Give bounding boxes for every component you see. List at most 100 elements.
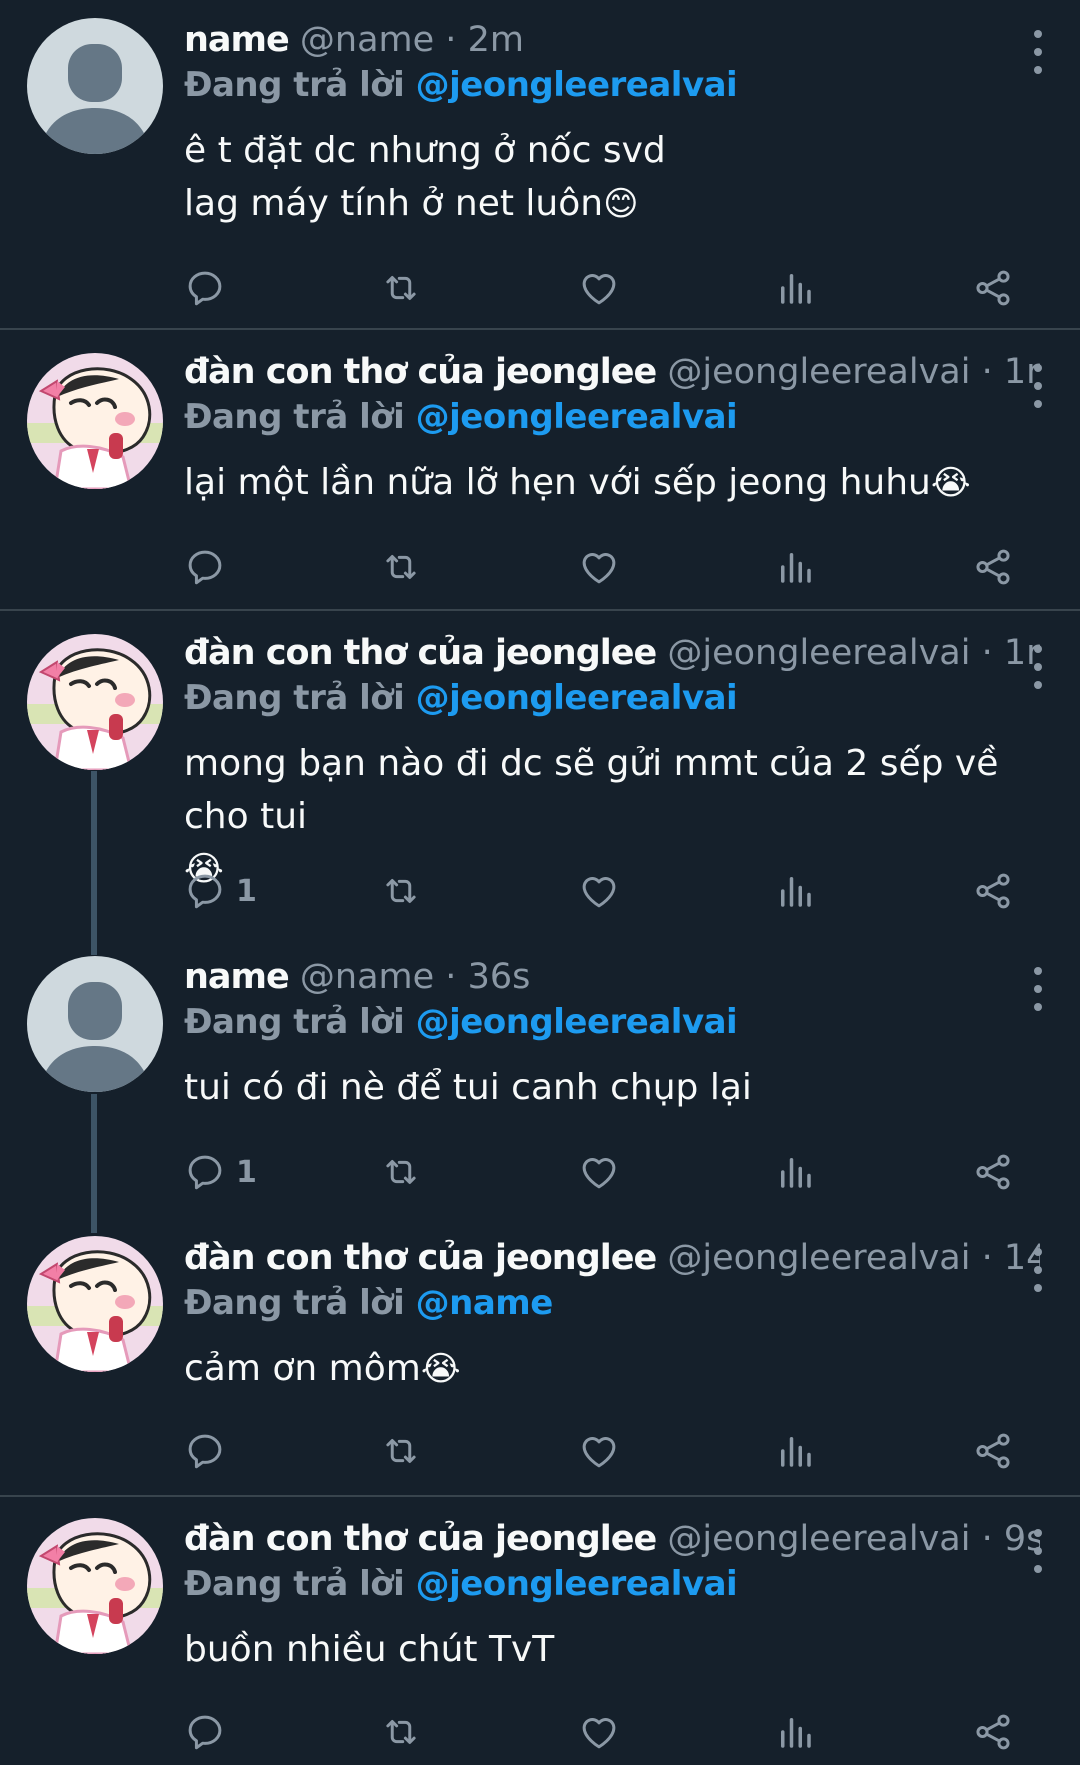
avatar[interactable] xyxy=(27,1518,163,1654)
cartoon-avatar-icon xyxy=(27,1518,163,1654)
retweet-button[interactable] xyxy=(380,542,422,592)
separator-dot: · xyxy=(981,633,993,673)
share-button[interactable] xyxy=(972,1147,1014,1197)
share-icon xyxy=(976,270,1010,306)
action-bar: 1 xyxy=(184,866,1044,916)
reply-button[interactable] xyxy=(184,542,236,592)
user-handle[interactable]: @jeongleerealvai xyxy=(667,633,970,673)
reply-count: 1 xyxy=(236,873,257,909)
tweet-text: tui có đi nè để tui canh chụp lại xyxy=(184,1061,1034,1114)
reply-mention-link[interactable]: @jeongleerealvai xyxy=(416,65,738,105)
retweet-button[interactable] xyxy=(380,866,422,916)
like-button[interactable] xyxy=(578,1147,620,1197)
reply-mention-link[interactable]: @jeongleerealvai xyxy=(416,1564,738,1604)
tweet[interactable]: đàn con thơ của jeonglee @jeongleerealva… xyxy=(0,1517,1080,1765)
replying-to-label: Đang trả lời xyxy=(184,678,405,718)
reply-button[interactable] xyxy=(184,1426,236,1476)
more-options-icon[interactable] xyxy=(1026,1529,1050,1573)
more-options-icon[interactable] xyxy=(1026,364,1050,408)
reply-button[interactable] xyxy=(184,263,236,313)
share-button[interactable] xyxy=(972,1707,1014,1757)
views-button[interactable] xyxy=(774,866,816,916)
share-button[interactable] xyxy=(972,542,1014,592)
reply-icon xyxy=(188,550,222,585)
avatar[interactable] xyxy=(27,634,163,770)
reply-mention-link[interactable]: @name xyxy=(416,1283,554,1323)
user-handle[interactable]: @name xyxy=(300,20,434,60)
user-handle[interactable]: @name xyxy=(300,957,434,997)
retweet-button[interactable] xyxy=(380,1707,422,1757)
display-name[interactable]: đàn con thơ của jeonglee xyxy=(184,352,657,392)
like-button[interactable] xyxy=(578,1426,620,1476)
more-options-icon[interactable] xyxy=(1026,967,1050,1011)
retweet-button[interactable] xyxy=(380,263,422,313)
action-bar xyxy=(184,1707,1044,1757)
user-handle[interactable]: @jeongleerealvai xyxy=(667,1238,970,1278)
views-button[interactable] xyxy=(774,1147,816,1197)
tweet-text: buồn nhiều chút TvT xyxy=(184,1623,1034,1676)
more-options-icon[interactable] xyxy=(1026,30,1050,74)
tweet[interactable]: name @name · 2m Đang trả lời @jeongleere… xyxy=(0,18,1080,328)
views-button[interactable] xyxy=(774,263,816,313)
reply-button[interactable] xyxy=(184,1707,236,1757)
crying-emoji: 😭 xyxy=(420,1349,461,1389)
display-name[interactable]: đàn con thơ của jeonglee xyxy=(184,1519,657,1559)
cartoon-avatar-icon xyxy=(27,1236,163,1372)
tweet[interactable]: đàn con thơ của jeonglee @jeongleerealva… xyxy=(0,350,1080,610)
display-name[interactable]: name xyxy=(184,20,290,60)
timestamp[interactable]: 2m xyxy=(468,20,524,60)
action-bar xyxy=(184,263,1044,313)
avatar[interactable] xyxy=(27,18,163,154)
tweet[interactable]: đàn con thơ của jeonglee @jeongleerealva… xyxy=(0,1236,1080,1496)
reply-mention-link[interactable]: @jeongleerealvai xyxy=(416,678,738,718)
retweet-icon xyxy=(386,1160,416,1184)
reply-mention-link[interactable]: @jeongleerealvai xyxy=(416,1002,738,1042)
reply-mention-link[interactable]: @jeongleerealvai xyxy=(416,397,738,437)
retweet-button[interactable] xyxy=(380,1147,422,1197)
display-name[interactable]: đàn con thơ của jeonglee xyxy=(184,1238,657,1278)
divider xyxy=(0,1495,1080,1497)
tweet-text: ê t đặt dc nhưng ở nốc svd lag máy tính … xyxy=(184,124,1034,231)
more-options-icon[interactable] xyxy=(1026,645,1050,689)
views-chart-icon xyxy=(781,1158,811,1188)
reply-button[interactable]: 1 xyxy=(184,866,257,916)
tweet-text-line: mong bạn nào đi dc sẽ gửi mmt của 2 sếp … xyxy=(184,743,999,837)
timestamp[interactable]: 36s xyxy=(468,957,531,997)
reply-icon xyxy=(188,1715,222,1750)
replying-to-label: Đang trả lời xyxy=(184,397,405,437)
share-icon xyxy=(976,873,1010,909)
tweet-header: name @name · 36s xyxy=(184,955,1040,999)
display-name[interactable]: name xyxy=(184,957,290,997)
tweet[interactable]: đàn con thơ của jeonglee @jeongleerealva… xyxy=(0,631,1080,951)
tweet-header: đàn con thơ của jeonglee @jeongleerealva… xyxy=(184,1236,1040,1280)
user-handle[interactable]: @jeongleerealvai xyxy=(667,352,970,392)
share-button[interactable] xyxy=(972,1426,1014,1476)
display-name[interactable]: đàn con thơ của jeonglee xyxy=(184,633,657,673)
reply-button[interactable]: 1 xyxy=(184,1147,257,1197)
more-options-icon[interactable] xyxy=(1026,1248,1050,1292)
avatar[interactable] xyxy=(27,1236,163,1372)
retweet-button[interactable] xyxy=(380,1426,422,1476)
user-handle[interactable]: @jeongleerealvai xyxy=(667,1519,970,1559)
replying-to-label: Đang trả lời xyxy=(184,65,405,105)
avatar[interactable] xyxy=(27,353,163,489)
like-button[interactable] xyxy=(578,866,620,916)
like-button[interactable] xyxy=(578,263,620,313)
share-icon xyxy=(976,1433,1010,1469)
views-button[interactable] xyxy=(774,542,816,592)
views-button[interactable] xyxy=(774,1426,816,1476)
views-chart-icon xyxy=(781,877,811,907)
tweet-text: lại một lần nữa lỡ hẹn với sếp jeong huh… xyxy=(184,456,1034,510)
tweet[interactable]: name @name · 36s Đang trả lời @jeongleer… xyxy=(0,955,1080,1225)
tweet-header: đàn con thơ của jeonglee @jeongleerealva… xyxy=(184,350,1040,394)
action-bar xyxy=(184,1426,1044,1476)
like-button[interactable] xyxy=(578,1707,620,1757)
share-button[interactable] xyxy=(972,263,1014,313)
like-button[interactable] xyxy=(578,542,620,592)
replying-to: Đang trả lời @jeongleerealvai xyxy=(184,1561,1040,1607)
crying-emoji: 😭 xyxy=(930,463,971,503)
share-button[interactable] xyxy=(972,866,1014,916)
avatar[interactable] xyxy=(27,956,163,1092)
separator-dot: · xyxy=(445,957,457,997)
views-button[interactable] xyxy=(774,1707,816,1757)
